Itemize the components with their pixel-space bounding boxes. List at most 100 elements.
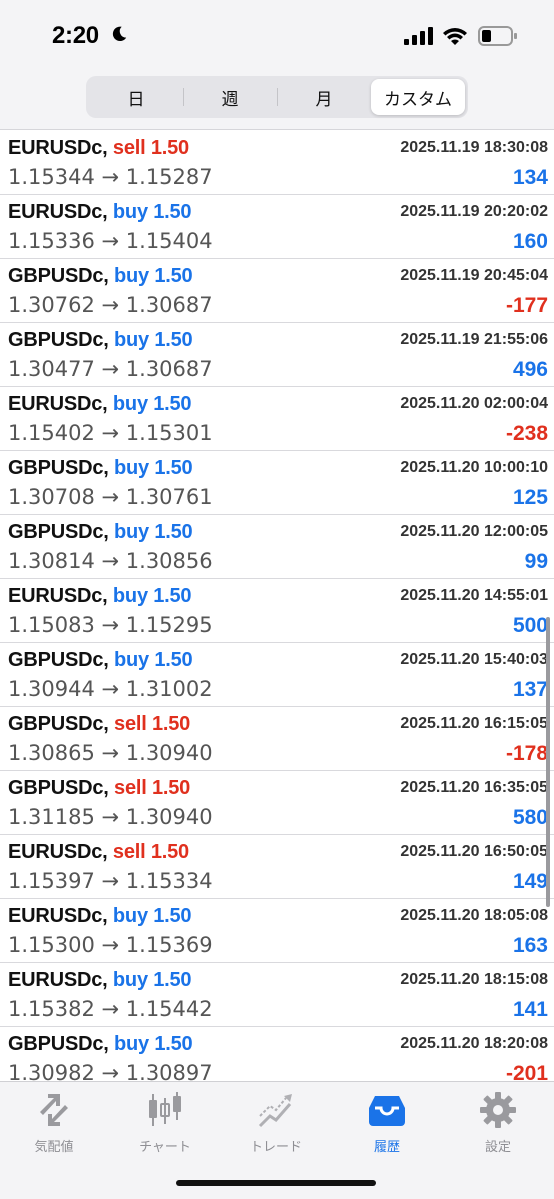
scrollbar[interactable] — [546, 617, 550, 907]
tab-trade[interactable]: トレード — [226, 1090, 326, 1160]
trade-row[interactable]: GBPUSDc, buy 1.50 2025.11.19 21:55:06 1.30… — [0, 323, 554, 387]
trade-datetime: 2025.11.20 12:00:05 — [400, 523, 548, 540]
trade-volume: 1.50 — [153, 969, 192, 991]
trade-prices: 1.30477 → 1.30687 — [8, 357, 213, 381]
trade-side: sell — [112, 137, 146, 159]
trade-title: EURUSDc, buy 1.50 — [8, 393, 192, 416]
period-header: 日 週 月 カスタム — [0, 70, 554, 130]
trade-prices: 1.30865 → 1.30940 — [8, 741, 213, 765]
trade-row[interactable]: EURUSDc, buy 1.50 2025.11.20 14:55:01 1.15… — [0, 579, 554, 643]
tab-history-label: 履歴 — [373, 1140, 400, 1155]
trade-profit: -177 — [505, 294, 548, 317]
trade-volume: 1.50 — [154, 329, 193, 351]
trade-datetime: 2025.11.20 16:35:05 — [400, 779, 548, 796]
period-day-tab[interactable]: 日 — [89, 79, 183, 115]
trade-datetime: 2025.11.20 10:00:10 — [400, 459, 548, 476]
period-week-tab[interactable]: 週 — [183, 79, 277, 115]
trade-profit: 134 — [512, 166, 548, 189]
quotes-icon — [40, 1094, 68, 1126]
trade-row[interactable]: EURUSDc, buy 1.50 2025.11.20 18:05:08 1.15… — [0, 899, 554, 963]
trade-title: GBPUSDc, buy 1.50 — [8, 521, 193, 544]
trade-profit: 149 — [512, 870, 548, 893]
trade-profit: 141 — [512, 998, 548, 1021]
trade-symbol: GBPUSDc, — [8, 713, 109, 735]
moon-icon — [112, 26, 127, 42]
tab-history[interactable]: 履歴 — [337, 1090, 437, 1160]
trade-row[interactable]: GBPUSDc, sell 1.50 2025.11.20 16:35:05 1.3… — [0, 771, 554, 835]
trade-profit: -178 — [505, 742, 548, 765]
tab-settings[interactable]: 設定 — [448, 1090, 548, 1160]
trade-symbol: GBPUSDc, — [8, 777, 109, 799]
trade-side: buy — [114, 1033, 149, 1055]
trade-title: EURUSDc, buy 1.50 — [8, 969, 192, 992]
trade-volume: 1.50 — [153, 393, 192, 415]
trade-row[interactable]: GBPUSDc, buy 1.50 2025.11.20 15:40:03 1.30… — [0, 643, 554, 707]
tab-settings-label: 設定 — [484, 1140, 511, 1155]
trade-prices: 1.15397 → 1.15334 — [8, 869, 213, 893]
trade-row[interactable]: EURUSDc, sell 1.50 2025.11.19 18:30:08 1.1… — [0, 131, 554, 195]
status-bar: 2:20 — [0, 0, 554, 70]
trade-prices: 1.30762 → 1.30687 — [8, 293, 213, 317]
trade-title: GBPUSDc, buy 1.50 — [8, 649, 193, 672]
trade-datetime: 2025.11.19 20:45:04 — [400, 267, 548, 284]
trade-title: EURUSDc, buy 1.50 — [8, 905, 192, 928]
trade-side: sell — [114, 713, 147, 735]
trade-datetime: 2025.11.19 18:30:08 — [400, 139, 548, 156]
trade-profit: 125 — [512, 486, 548, 509]
trade-profit: -201 — [505, 1062, 548, 1081]
trade-side: buy — [114, 457, 149, 479]
trade-profit: 496 — [512, 358, 548, 381]
trade-symbol: GBPUSDc, — [8, 457, 109, 479]
trade-volume: 1.50 — [150, 841, 189, 863]
trade-volume: 1.50 — [153, 905, 192, 927]
trade-volume: 1.50 — [153, 585, 192, 607]
settings-icon — [480, 1092, 516, 1128]
trade-row[interactable]: EURUSDc, sell 1.50 2025.11.20 16:50:05 1.1… — [0, 835, 554, 899]
tab-quotes[interactable]: 気配値 — [4, 1090, 104, 1160]
trade-title: GBPUSDc, sell 1.50 — [8, 713, 190, 736]
trade-symbol: EURUSDc, — [8, 201, 108, 223]
trade-volume: 1.50 — [153, 201, 192, 223]
period-month-tab[interactable]: 月 — [277, 79, 371, 115]
period-segmented-control: 日 週 月 カスタム — [86, 76, 468, 118]
trade-symbol: EURUSDc, — [8, 841, 108, 863]
trade-prices: 1.30708 → 1.30761 — [8, 485, 213, 509]
trade-prices: 1.15402 → 1.15301 — [8, 421, 213, 445]
trade-volume: 1.50 — [154, 649, 193, 671]
trade-datetime: 2025.11.20 15:40:03 — [400, 651, 548, 668]
trade-symbol: EURUSDc, — [8, 137, 108, 159]
trade-row[interactable]: GBPUSDc, buy 1.50 2025.11.19 20:45:04 1.30… — [0, 259, 554, 323]
trade-symbol: EURUSDc, — [8, 393, 108, 415]
trade-title: EURUSDc, buy 1.50 — [8, 585, 192, 608]
trade-datetime: 2025.11.20 18:05:08 — [400, 907, 548, 924]
trade-prices: 1.15382 → 1.15442 — [8, 997, 213, 1021]
period-custom-tab[interactable]: カスタム — [371, 79, 465, 115]
trade-row[interactable]: EURUSDc, buy 1.50 2025.11.20 18:15:08 1.15… — [0, 963, 554, 1027]
trade-profit: -238 — [505, 422, 548, 445]
trade-history-list[interactable]: EURUSDc, sell 1.50 2025.11.19 18:30:08 1.1… — [0, 131, 554, 1081]
trade-prices: 1.30982 → 1.30897 — [8, 1061, 213, 1081]
tab-chart[interactable]: チャート — [115, 1090, 215, 1160]
trade-side: buy — [112, 201, 148, 223]
home-indicator[interactable] — [176, 1180, 376, 1186]
trade-side: buy — [112, 905, 148, 927]
trade-datetime: 2025.11.20 18:15:08 — [400, 971, 548, 988]
tab-chart-label: チャート — [139, 1140, 191, 1155]
trade-side: buy — [112, 393, 148, 415]
trade-row[interactable]: GBPUSDc, buy 1.50 2025.11.20 10:00:10 1.30… — [0, 451, 554, 515]
trade-title: GBPUSDc, buy 1.50 — [8, 329, 193, 352]
trade-volume: 1.50 — [151, 777, 191, 799]
trade-row[interactable]: EURUSDc, buy 1.50 2025.11.20 02:00:04 1.15… — [0, 387, 554, 451]
cellular-signal-icon — [404, 27, 433, 45]
trade-row[interactable]: GBPUSDc, buy 1.50 2025.11.20 12:00:05 1.30… — [0, 515, 554, 579]
trade-prices: 1.15344 → 1.15287 — [8, 165, 213, 189]
trade-row[interactable]: EURUSDc, buy 1.50 2025.11.19 20:20:02 1.15… — [0, 195, 554, 259]
trade-symbol: EURUSDc, — [8, 585, 108, 607]
trade-volume: 1.50 — [154, 457, 193, 479]
trade-row[interactable]: GBPUSDc, sell 1.50 2025.11.20 16:15:05 1.3… — [0, 707, 554, 771]
trade-datetime: 2025.11.20 16:50:05 — [400, 843, 548, 860]
trade-prices: 1.15083 → 1.15295 — [8, 613, 213, 637]
trade-row[interactable]: GBPUSDc, buy 1.50 2025.11.20 18:20:08 1.30… — [0, 1027, 554, 1081]
trade-side: buy — [114, 649, 149, 671]
trade-symbol: GBPUSDc, — [8, 1033, 109, 1055]
